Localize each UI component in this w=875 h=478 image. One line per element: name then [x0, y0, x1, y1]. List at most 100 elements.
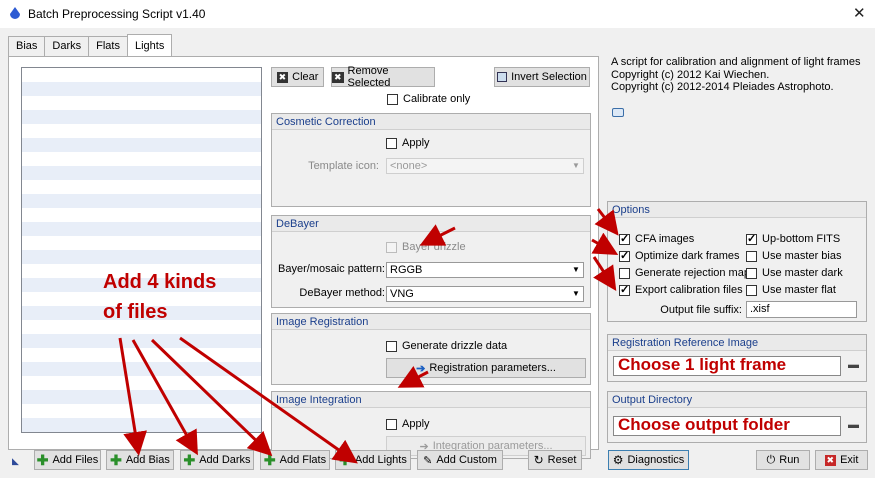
- app-icon: [10, 7, 20, 19]
- plus-icon: ✚: [110, 451, 122, 468]
- cosmetic-correction-header: Cosmetic Correction: [272, 114, 590, 130]
- chevron-down-icon: ▼: [572, 161, 580, 170]
- use-master-dark-checkbox[interactable]: [746, 267, 757, 279]
- annotation-line-2: of files: [103, 301, 168, 323]
- resize-grip-icon: ◣: [12, 456, 19, 466]
- cosmetic-apply-row[interactable]: Apply: [386, 137, 430, 149]
- debayer-method-label: DeBayer method:: [299, 287, 385, 299]
- client-area: Bias Darks Flats Lights ✖ Clear ✖ Remove S…: [0, 28, 875, 478]
- bayer-pattern-label: Bayer/mosaic pattern:: [278, 263, 385, 275]
- output-suffix-label: Output file suffix:: [660, 304, 742, 316]
- add-bias-button[interactable]: ✚ Add Bias: [106, 450, 174, 470]
- tab-lights[interactable]: Lights: [126, 34, 173, 56]
- remove-selected-button[interactable]: ✖ Remove Selected: [331, 65, 435, 89]
- tab-bias[interactable]: Bias: [8, 36, 46, 56]
- edit-document-icon: ✎: [423, 454, 433, 467]
- output-directory-header: Output Directory: [608, 392, 866, 408]
- add-custom-button[interactable]: ✎ Add Custom: [417, 450, 503, 470]
- add-files-button[interactable]: ✚ Add Files: [34, 450, 101, 470]
- image-integration-group: Image Integration Apply ➔ Integration par…: [271, 391, 591, 459]
- folder-icon[interactable]: ▬: [848, 359, 859, 371]
- close-icon[interactable]: ✕: [853, 4, 866, 22]
- reset-button[interactable]: ↻ Reset: [528, 450, 582, 470]
- debayer-method-select[interactable]: VNG ▼: [386, 286, 584, 302]
- exit-icon: ✖: [824, 454, 837, 466]
- folder-icon[interactable]: ▬: [848, 419, 859, 431]
- bayer-drizzle-checkbox: [386, 241, 397, 253]
- lights-tab-pane: ✖ Clear ✖ Remove Selected Invert Selection…: [8, 56, 599, 459]
- use-master-flat-row[interactable]: Use master flat: [746, 284, 836, 296]
- generate-drizzle-row[interactable]: Generate drizzle data: [386, 340, 507, 352]
- chevron-down-icon: ▼: [572, 289, 580, 298]
- add-darks-button[interactable]: ✚ Add Darks: [180, 450, 254, 470]
- plus-icon: ✚: [339, 451, 351, 468]
- debayer-header: DeBayer: [272, 216, 590, 232]
- up-bottom-checkbox[interactable]: [746, 232, 757, 245]
- generate-drizzle-checkbox[interactable]: [386, 340, 397, 352]
- bayer-drizzle-row: Bayer drizzle: [386, 241, 466, 253]
- reference-image-header: Registration Reference Image: [608, 335, 866, 351]
- gear-icon: ⚙: [612, 453, 624, 467]
- cfa-images-row[interactable]: CFA images: [619, 232, 694, 245]
- tab-bar: Bias Darks Flats Lights: [8, 34, 173, 56]
- output-directory-value: Choose output folder: [618, 415, 790, 434]
- optimize-dark-row[interactable]: Optimize dark frames: [619, 249, 740, 262]
- run-button[interactable]: ⏻ Run: [756, 450, 810, 470]
- arrow-right-icon: ➔: [416, 362, 426, 375]
- export-calibration-checkbox[interactable]: [619, 283, 630, 296]
- remove-icon: ✖: [332, 71, 344, 83]
- options-header: Options: [608, 202, 866, 218]
- up-bottom-row[interactable]: Up-bottom FITS: [746, 232, 840, 245]
- template-icon-label: Template icon:: [308, 160, 379, 172]
- use-master-flat-checkbox[interactable]: [746, 284, 757, 296]
- invert-selection-button[interactable]: Invert Selection: [494, 67, 590, 87]
- output-directory-group: Output Directory Choose output folder ▬: [607, 391, 867, 443]
- title-bar: Batch Preprocessing Script v1.40 ✕: [0, 0, 875, 28]
- window-title: Batch Preprocessing Script v1.40: [28, 7, 206, 21]
- invert-selection-icon: [497, 72, 508, 82]
- options-group: Options CFA images Optimize dark frames …: [607, 201, 867, 322]
- tab-flats[interactable]: Flats: [88, 36, 128, 56]
- file-list[interactable]: [21, 67, 262, 433]
- image-integration-header: Image Integration: [272, 392, 590, 408]
- tab-darks[interactable]: Darks: [44, 36, 90, 56]
- output-suffix-input[interactable]: .xisf: [746, 301, 857, 318]
- plus-icon: ✚: [183, 451, 196, 468]
- use-master-bias-checkbox[interactable]: [746, 250, 757, 262]
- add-lights-button[interactable]: ✚ Add Lights: [335, 450, 411, 470]
- plus-icon: ✚: [36, 451, 49, 468]
- registration-parameters-button[interactable]: ➔ Registration parameters...: [386, 358, 586, 378]
- diagnostics-button[interactable]: ⚙ Diagnostics: [608, 450, 689, 470]
- add-flats-button[interactable]: ✚ Add Flats: [260, 450, 330, 470]
- calibrate-only-row[interactable]: Calibrate only: [387, 93, 470, 105]
- generate-rejection-checkbox[interactable]: [619, 267, 630, 279]
- integration-apply-row[interactable]: Apply: [386, 418, 430, 430]
- integration-apply-checkbox[interactable]: [386, 418, 397, 430]
- cfa-images-checkbox[interactable]: [619, 232, 630, 245]
- chevron-down-icon: ▼: [572, 265, 580, 274]
- reference-image-value: Choose 1 light frame: [618, 355, 787, 374]
- reference-image-group: Registration Reference Image Choose 1 li…: [607, 334, 867, 382]
- debayer-group: DeBayer Bayer drizzle Bayer/mosaic patte…: [271, 215, 591, 308]
- cosmetic-apply-checkbox[interactable]: [386, 137, 397, 149]
- optimize-dark-checkbox[interactable]: [619, 249, 630, 262]
- cosmetic-correction-group: Cosmetic Correction Apply Template icon:…: [271, 113, 591, 207]
- chat-icon: [612, 108, 624, 117]
- power-icon: ⏻: [766, 453, 776, 466]
- plus-icon: ✚: [263, 451, 276, 468]
- image-registration-header: Image Registration: [272, 314, 590, 330]
- generate-rejection-row[interactable]: Generate rejection maps: [619, 267, 755, 279]
- export-calibration-row[interactable]: Export calibration files: [619, 283, 743, 296]
- bayer-pattern-select[interactable]: RGGB ▼: [386, 262, 584, 278]
- script-info: A script for calibration and alignment o…: [611, 56, 861, 93]
- reset-icon: ↻: [533, 453, 544, 467]
- use-master-dark-row[interactable]: Use master dark: [746, 267, 843, 279]
- template-icon-select: <none> ▼: [386, 158, 584, 174]
- calibrate-only-checkbox[interactable]: [387, 93, 398, 105]
- clear-button[interactable]: ✖ Clear: [271, 67, 324, 87]
- image-registration-group: Image Registration Generate drizzle data…: [271, 313, 591, 385]
- use-master-bias-row[interactable]: Use master bias: [746, 250, 841, 262]
- clear-icon: ✖: [276, 71, 289, 83]
- exit-button[interactable]: ✖ Exit: [815, 450, 868, 470]
- annotation-line-1: Add 4 kinds: [103, 271, 217, 293]
